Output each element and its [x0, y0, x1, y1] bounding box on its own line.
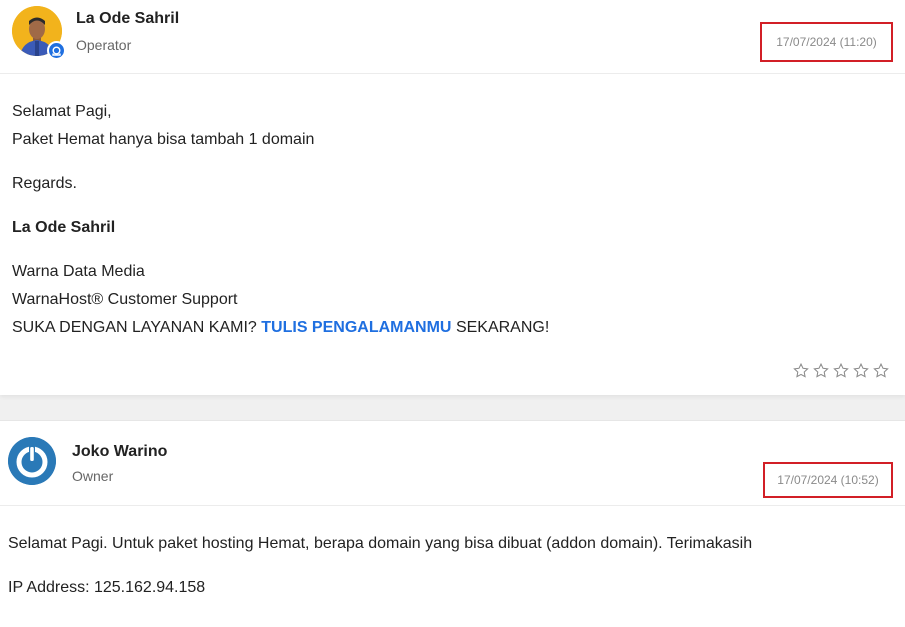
reply-timestamp: 17/07/2024 (10:52) — [763, 462, 893, 498]
body-line: Selamat Pagi, — [12, 103, 112, 120]
signature-company: Warna Data Media — [12, 263, 145, 280]
body-line: Selamat Pagi. Untuk paket hosting Hemat,… — [8, 535, 753, 552]
cta-prefix: SUKA DENGAN LAYANAN KAMI? — [12, 319, 257, 336]
reply-header: Joko Warino Owner 17/07/2024 (10:52) — [0, 421, 905, 506]
author-name: Joko Warino — [72, 443, 168, 460]
star-icon[interactable] — [812, 362, 830, 380]
body-line: Paket Hemat hanya bisa tambah 1 domain — [12, 131, 315, 148]
regards-text: Regards. — [12, 175, 77, 192]
avatar — [8, 437, 56, 485]
author-role: Owner — [72, 468, 114, 484]
operator-badge-icon — [47, 41, 66, 60]
reply-header: La Ode Sahril Operator 17/07/2024 (11:20… — [0, 0, 905, 74]
ip-address: IP Address: 125.162.94.158 — [8, 579, 206, 596]
author-role: Operator — [76, 37, 132, 53]
reply-body: Selamat Pagi. Untuk paket hosting Hemat,… — [8, 530, 752, 602]
reply-timestamp: 17/07/2024 (11:20) — [760, 22, 893, 62]
star-icon[interactable] — [852, 362, 870, 380]
cta-suffix: SEKARANG! — [455, 319, 550, 336]
review-cta: SUKA DENGAN LAYANAN KAMI? TULIS PENGALAM… — [12, 314, 549, 342]
signature-name: La Ode Sahril — [12, 219, 116, 236]
star-icon[interactable] — [872, 362, 890, 380]
rating-stars — [792, 362, 890, 380]
star-icon[interactable] — [832, 362, 850, 380]
star-icon[interactable] — [792, 362, 810, 380]
author-name: La Ode Sahril — [76, 10, 180, 27]
message-separator — [0, 395, 905, 420]
reply-operator: La Ode Sahril Operator 17/07/2024 (11:20… — [0, 0, 905, 395]
review-link[interactable]: TULIS PENGALAMANMU — [261, 319, 451, 336]
signature-department: WarnaHost® Customer Support — [12, 291, 238, 308]
reply-body: Selamat Pagi, Paket Hemat hanya bisa tam… — [12, 98, 549, 342]
